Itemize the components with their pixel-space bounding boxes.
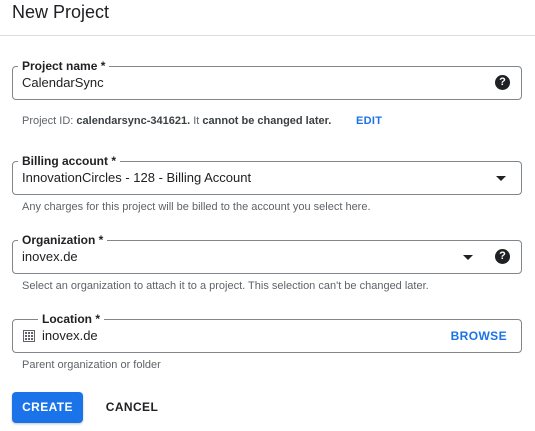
help-icon[interactable]: ? xyxy=(495,75,510,90)
organization-select[interactable]: Organization * inovex.de ? xyxy=(12,233,522,274)
dropdown-arrow-icon[interactable] xyxy=(496,176,506,181)
dropdown-arrow-icon[interactable] xyxy=(463,255,473,260)
edit-project-id-button[interactable]: EDIT xyxy=(356,114,382,128)
project-id-value: calendarsync-341621. xyxy=(76,115,191,127)
project-name-field[interactable]: Project name * CalendarSync ? xyxy=(12,59,522,100)
billing-account-value: InnovationCircles - 128 - Billing Accoun… xyxy=(22,170,252,185)
billing-account-select[interactable]: Billing account * InnovationCircles - 12… xyxy=(12,154,522,195)
billing-account-hint: Any charges for this project will be bil… xyxy=(22,201,371,213)
help-icon[interactable]: ? xyxy=(495,249,510,264)
browse-location-button[interactable]: BROWSE xyxy=(451,320,507,352)
page-title: New Project xyxy=(12,2,110,22)
organization-value: inovex.de xyxy=(22,249,78,264)
location-hint: Parent organization or folder xyxy=(22,359,161,371)
cancel-button[interactable]: CANCEL xyxy=(99,392,165,423)
location-value: inovex.de xyxy=(42,328,98,343)
project-id-warning: cannot be changed later. xyxy=(202,115,332,127)
project-id-hint: Project ID: calendarsync-341621. It cann… xyxy=(22,114,331,128)
organization-hint: Select an organization to attach it to a… xyxy=(22,280,429,292)
project-name-input[interactable]: CalendarSync xyxy=(22,67,104,99)
building-icon xyxy=(23,330,35,342)
create-button[interactable]: CREATE xyxy=(12,392,83,423)
title-divider xyxy=(0,35,535,36)
new-project-page: New Project Project name * CalendarSync … xyxy=(0,0,535,431)
project-id-middle: It xyxy=(190,115,203,127)
project-id-prefix: Project ID: xyxy=(22,115,77,127)
location-field[interactable]: Location * inovex.de BROWSE xyxy=(12,312,522,353)
